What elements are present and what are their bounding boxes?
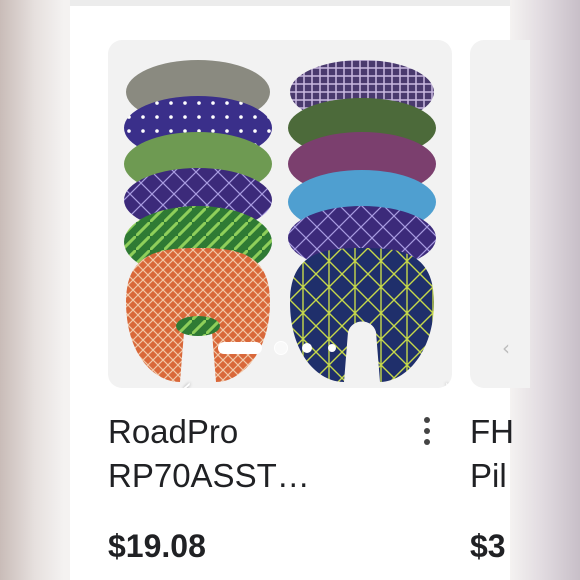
chevron-left-icon[interactable]: ‹ xyxy=(176,374,198,388)
shopping-results-screen: ‹ › ‹ RoadPro RP70ASST… $19.08 FH Pil $3 xyxy=(70,0,530,580)
top-divider xyxy=(70,0,510,6)
product-price: $19.08 xyxy=(108,528,206,564)
carousel-dot[interactable] xyxy=(328,344,336,352)
next-product-title[interactable]: FH Pil xyxy=(470,410,530,498)
carousel-dot[interactable] xyxy=(274,341,288,355)
carousel-dot[interactable] xyxy=(302,343,312,353)
product-title[interactable]: RoadPro RP70ASST… xyxy=(108,410,438,498)
neck-pillows-photo xyxy=(124,60,436,382)
next-product-price: $3 xyxy=(470,528,506,564)
carousel-dot-active[interactable] xyxy=(218,342,262,354)
carousel-indicator xyxy=(218,340,348,356)
more-vert-icon[interactable] xyxy=(420,413,434,449)
chevron-left-icon: ‹ xyxy=(502,336,510,360)
product-image[interactable]: ‹ › xyxy=(108,40,452,388)
chevron-right-icon[interactable]: › xyxy=(438,374,452,388)
next-product-image[interactable] xyxy=(470,40,530,388)
